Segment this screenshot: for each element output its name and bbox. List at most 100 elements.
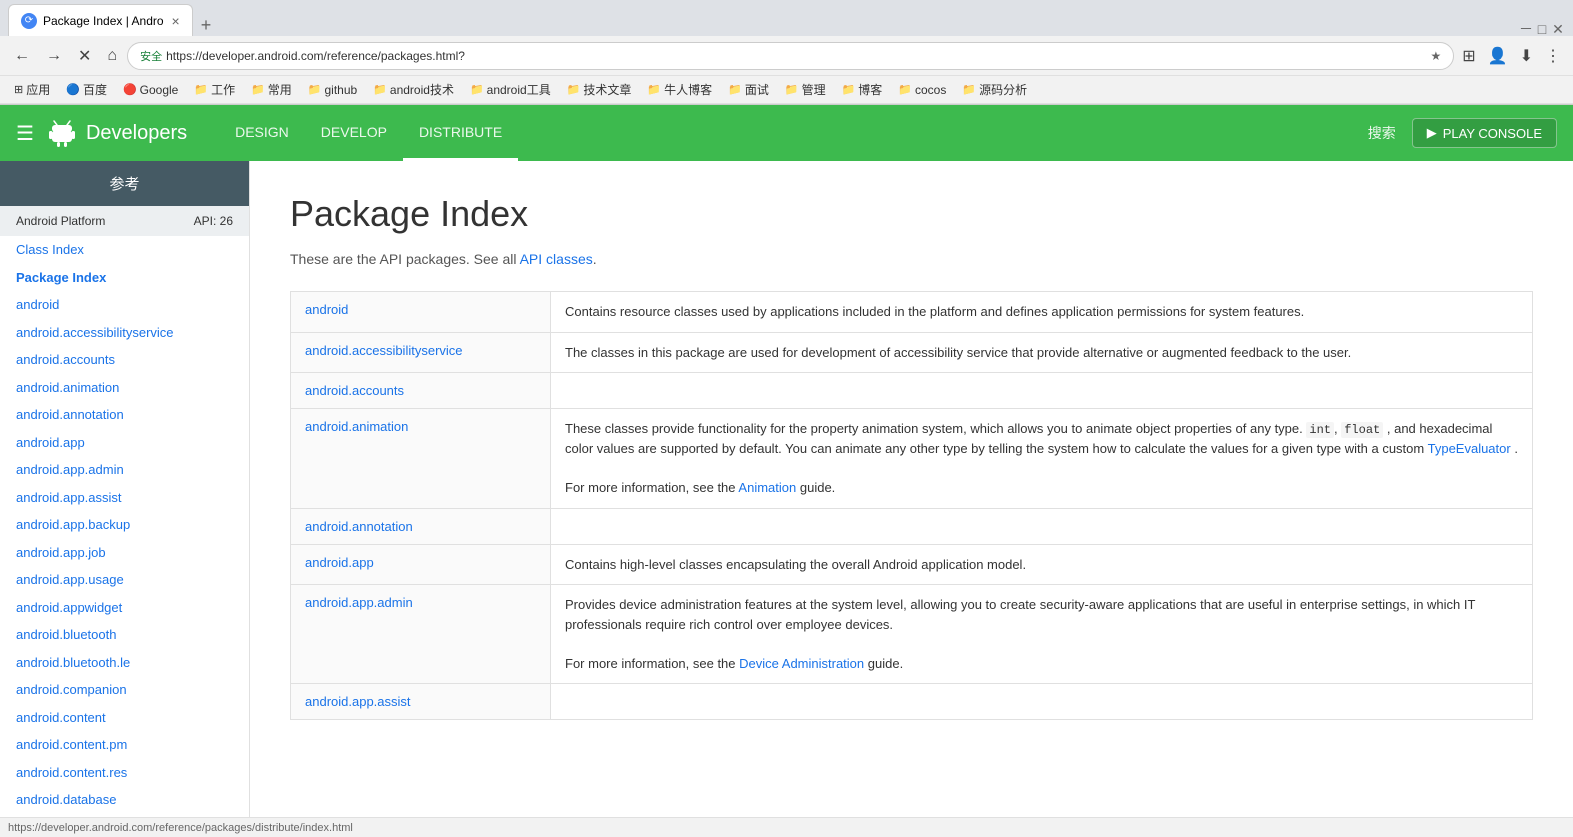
android-logo-icon <box>46 117 78 149</box>
bookmark-dev-blogs-label: 牛人博客 <box>664 81 712 98</box>
sidebar-item-app[interactable]: android.app <box>0 429 249 457</box>
sidebar-item-appwidget[interactable]: android.appwidget <box>0 594 249 622</box>
main-layout: 参考 Android Platform API: 26 Class Index … <box>0 161 1573 817</box>
maximize-button[interactable]: □ <box>1535 22 1549 36</box>
bookmark-dev-blogs[interactable]: 📁 牛人博客 <box>641 79 718 100</box>
sidebar-item-accounts[interactable]: android.accounts <box>0 346 249 374</box>
sidebar-item-bluetooth-le[interactable]: android.bluetooth.le <box>0 649 249 677</box>
sidebar-item-content[interactable]: android.content <box>0 704 249 732</box>
profile-button[interactable]: 👤 <box>1484 42 1512 70</box>
sidebar-item-content-pm[interactable]: android.content.pm <box>0 731 249 759</box>
download-button[interactable]: ⬇ <box>1516 42 1537 70</box>
bookmark-cocos[interactable]: 📁 cocos <box>892 81 952 99</box>
management-folder-icon: 📁 <box>785 83 799 96</box>
close-window-button[interactable]: ✕ <box>1551 22 1565 36</box>
bookmark-management[interactable]: 📁 管理 <box>779 79 832 100</box>
package-link-accounts[interactable]: android.accounts <box>305 383 404 398</box>
tab-favicon: ⟳ <box>21 13 37 29</box>
package-link-app-admin[interactable]: android.app.admin <box>305 595 413 610</box>
sidebar-item-accessibility[interactable]: android.accessibilityservice <box>0 319 249 347</box>
reload-button[interactable]: ✕ <box>72 42 97 70</box>
bookmark-work[interactable]: 📁 工作 <box>188 79 241 100</box>
table-row: android Contains resource classes used b… <box>291 292 1533 333</box>
hamburger-menu-button[interactable]: ☰ <box>16 121 34 146</box>
table-row: android.app.assist <box>291 684 1533 720</box>
bookmark-blog[interactable]: 📁 博客 <box>836 79 889 100</box>
bookmark-tech-articles-label: 技术文章 <box>583 81 631 98</box>
sidebar-item-app-admin[interactable]: android.app.admin <box>0 456 249 484</box>
work-folder-icon: 📁 <box>194 83 208 96</box>
api-classes-link[interactable]: API classes <box>520 251 593 267</box>
bookmark-tech-articles[interactable]: 📁 技术文章 <box>561 79 638 100</box>
apps-grid-icon: ⊞ <box>14 83 23 96</box>
bookmark-github[interactable]: 📁 github <box>302 81 363 99</box>
cocos-folder-icon: 📁 <box>898 83 912 96</box>
packages-table: android Contains resource classes used b… <box>290 291 1533 720</box>
bookmark-android-tools[interactable]: 📁 android工具 <box>464 79 557 100</box>
tab-title: Package Index | Andro <box>43 14 164 28</box>
package-link-accessibility[interactable]: android.accessibilityservice <box>305 343 463 358</box>
bookmark-common[interactable]: 📁 常用 <box>245 79 298 100</box>
bookmark-interview[interactable]: 📁 面试 <box>722 79 775 100</box>
nav-develop[interactable]: DEVELOP <box>305 105 403 161</box>
bookmark-common-label: 常用 <box>268 81 292 98</box>
bookmark-baidu[interactable]: 🔵 百度 <box>60 79 113 100</box>
menu-button[interactable]: ⋮ <box>1541 42 1565 70</box>
package-link-app[interactable]: android.app <box>305 555 374 570</box>
sidebar-item-database-sqlite[interactable]: android.database.sqlite <box>0 814 249 818</box>
status-bar: https://developer.android.com/reference/… <box>0 817 1573 837</box>
back-button[interactable]: ← <box>8 43 36 69</box>
subtitle-end: . <box>593 251 597 267</box>
package-link-animation[interactable]: android.animation <box>305 419 408 434</box>
table-row: android.accounts <box>291 373 1533 409</box>
sidebar-item-animation[interactable]: android.animation <box>0 374 249 402</box>
table-row: android.app Contains high-level classes … <box>291 544 1533 585</box>
bookmark-android-tech-label: android技术 <box>390 81 454 98</box>
address-bar[interactable]: 安全 https://developer.android.com/referen… <box>127 42 1454 70</box>
package-link-android[interactable]: android <box>305 302 348 317</box>
type-evaluator-link[interactable]: TypeEvaluator <box>1428 441 1511 456</box>
navigation-bar: ← → ✕ ⌂ 安全 https://developer.android.com… <box>0 36 1573 76</box>
extensions-button[interactable]: ⊞ <box>1458 42 1479 70</box>
sidebar-item-app-job[interactable]: android.app.job <box>0 539 249 567</box>
sidebar-item-content-res[interactable]: android.content.res <box>0 759 249 787</box>
tech-articles-folder-icon: 📁 <box>567 83 581 96</box>
blog-folder-icon: 📁 <box>842 83 856 96</box>
sidebar-item-app-usage[interactable]: android.app.usage <box>0 566 249 594</box>
sidebar-item-android[interactable]: android <box>0 291 249 319</box>
browser-tab[interactable]: ⟳ Package Index | Andro × <box>8 4 193 36</box>
play-console-button[interactable]: ▶ PLAY CONSOLE <box>1412 118 1557 148</box>
code-float: float <box>1341 422 1383 438</box>
nav-distribute[interactable]: DISTRIBUTE <box>403 105 518 161</box>
bookmark-star-icon[interactable]: ★ <box>1431 49 1442 63</box>
sidebar-item-class-index[interactable]: Class Index <box>0 236 249 264</box>
animation-guide-link[interactable]: Animation <box>738 480 796 495</box>
bookmark-apps[interactable]: ⊞ 应用 <box>8 79 56 100</box>
sidebar-item-bluetooth[interactable]: android.bluetooth <box>0 621 249 649</box>
home-button[interactable]: ⌂ <box>101 43 123 69</box>
search-button[interactable]: 搜索 <box>1368 123 1396 143</box>
package-link-annotation[interactable]: android.annotation <box>305 519 413 534</box>
sidebar-item-package-index[interactable]: Package Index <box>0 264 249 292</box>
package-link-app-assist[interactable]: android.app.assist <box>305 694 411 709</box>
animation-extra-text: For more information, see the <box>565 480 738 495</box>
sidebar-item-database[interactable]: android.database <box>0 786 249 814</box>
tab-close-button[interactable]: × <box>172 13 180 29</box>
minimize-button[interactable]: － <box>1519 22 1533 36</box>
sidebar-item-companion[interactable]: android.companion <box>0 676 249 704</box>
main-nav: DESIGN DEVELOP DISTRIBUTE <box>219 105 518 161</box>
bookmark-google[interactable]: 🔴 Google <box>117 81 184 99</box>
new-tab-button[interactable]: + <box>193 15 220 36</box>
sidebar-item-app-assist[interactable]: android.app.assist <box>0 484 249 512</box>
sidebar-section-label: 参考 <box>109 176 139 193</box>
android-tech-folder-icon: 📁 <box>373 83 387 96</box>
nav-design[interactable]: DESIGN <box>219 105 305 161</box>
bookmark-android-tech[interactable]: 📁 android技术 <box>367 79 460 100</box>
forward-button[interactable]: → <box>40 43 68 69</box>
sidebar-item-annotation[interactable]: android.annotation <box>0 401 249 429</box>
package-desc-app: Contains high-level classes encapsulatin… <box>565 557 1026 572</box>
device-admin-link[interactable]: Device Administration <box>739 656 864 671</box>
sidebar-item-app-backup[interactable]: android.app.backup <box>0 511 249 539</box>
bookmark-source-analysis[interactable]: 📁 源码分析 <box>956 79 1033 100</box>
bookmark-apps-label: 应用 <box>26 81 50 98</box>
